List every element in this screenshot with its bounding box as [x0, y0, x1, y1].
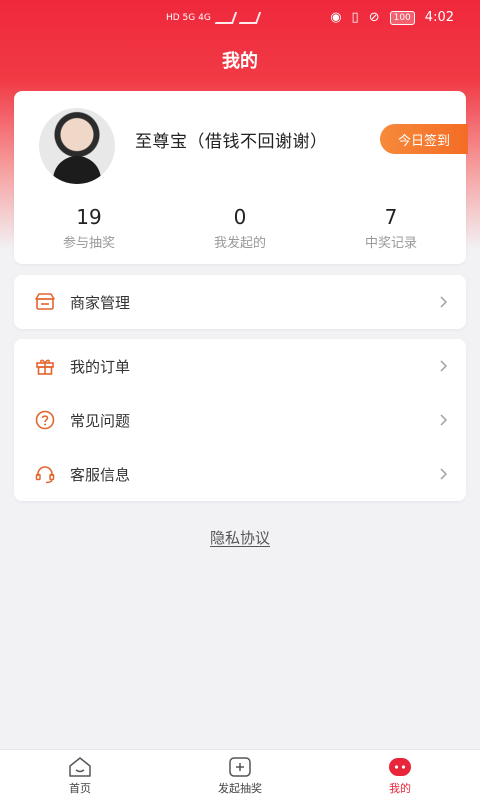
- gift-icon: [36, 359, 54, 375]
- privacy-policy-link-container: 隐私协议: [0, 527, 480, 548]
- daily-sign-in-button[interactable]: 今日签到: [380, 124, 468, 154]
- chevron-right-icon: [440, 296, 448, 308]
- status-bar: HD 5G 4G ◉ ▯ ⊘ 100 4:02: [0, 0, 480, 40]
- nav-tab-create-lottery[interactable]: 发起抽奖: [192, 755, 288, 796]
- mute-icon: ⊘: [368, 10, 380, 25]
- menu-item-customer-service[interactable]: 客服信息: [14, 447, 466, 501]
- stat-value: 7: [384, 205, 398, 229]
- home-icon: [69, 757, 91, 777]
- nav-label: 我的: [389, 782, 411, 795]
- headset-icon: [35, 466, 55, 484]
- user-name: 至尊宝（借钱不回谢谢）: [135, 132, 328, 152]
- signal-icon: [214, 12, 238, 24]
- menu-item-merchant-management[interactable]: 商家管理: [14, 275, 466, 329]
- bottom-nav: 首页 发起抽奖 我的: [0, 749, 480, 801]
- question-icon: [35, 410, 55, 430]
- signal-icon-2: [238, 12, 262, 24]
- system-indicators: ◉ ▯ ⊘ 100 4:02: [330, 10, 454, 25]
- vibrate-icon: ▯: [351, 10, 359, 25]
- nav-label: 发起抽奖: [218, 782, 262, 795]
- menu-group-merchant: 商家管理: [14, 275, 466, 329]
- chevron-right-icon: [440, 414, 448, 426]
- menu-item-my-orders[interactable]: 我的订单: [14, 339, 466, 393]
- network-text: HD 5G 4G: [166, 13, 211, 23]
- privacy-policy-link[interactable]: 隐私协议: [210, 529, 270, 547]
- menu-label: 常见问题: [70, 411, 131, 430]
- stat-label: 中奖记录: [364, 236, 417, 251]
- profile-card: 至尊宝（借钱不回谢谢） 今日签到 19 参与抽奖 0 我发起的 7 中奖记录: [14, 91, 468, 264]
- menu-group-main: 我的订单 常见问题 客服信息: [14, 339, 466, 501]
- stat-initiated[interactable]: 0 我发起的: [165, 204, 315, 251]
- menu-item-faq[interactable]: 常见问题: [14, 393, 466, 447]
- chevron-right-icon: [440, 468, 448, 480]
- stat-label: 我发起的: [213, 236, 266, 251]
- menu-label: 商家管理: [70, 293, 131, 312]
- menu-label: 客服信息: [70, 465, 131, 484]
- chevron-right-icon: [440, 360, 448, 372]
- stat-value: 0: [233, 205, 247, 229]
- network-indicators: HD 5G 4G: [166, 12, 262, 24]
- nav-tab-home[interactable]: 首页: [32, 755, 128, 796]
- stat-winning-records[interactable]: 7 中奖记录: [316, 204, 466, 251]
- stat-participated[interactable]: 19 参与抽奖: [14, 204, 164, 251]
- eye-icon: ◉: [330, 10, 342, 25]
- nav-label: 首页: [69, 782, 91, 795]
- avatar[interactable]: [39, 108, 115, 184]
- store-icon: [35, 293, 55, 310]
- battery-icon: 100: [389, 10, 415, 25]
- nav-tab-profile[interactable]: 我的: [352, 755, 448, 796]
- page-title: 我的: [222, 51, 258, 72]
- profile-icon: [389, 758, 411, 776]
- stat-value: 19: [76, 205, 102, 229]
- add-lottery-icon: [229, 757, 251, 777]
- stat-label: 参与抽奖: [62, 236, 115, 251]
- clock: 4:02: [424, 10, 454, 25]
- menu-label: 我的订单: [70, 357, 131, 376]
